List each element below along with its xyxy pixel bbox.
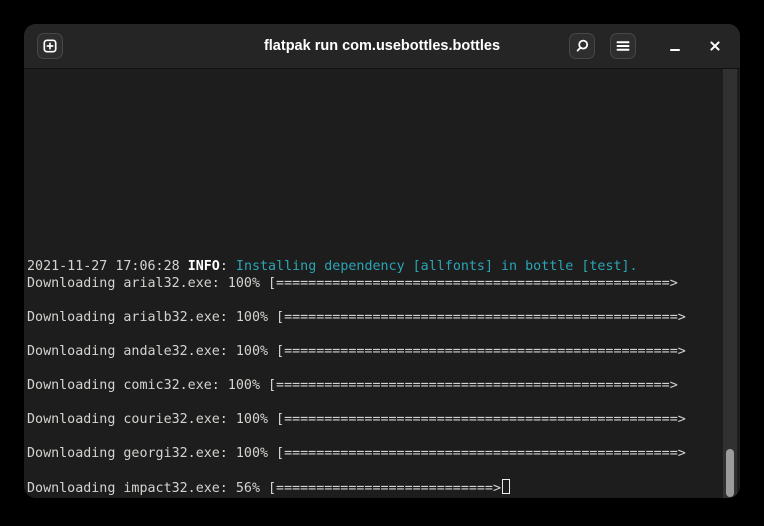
download-progress-line: Downloading arial32.exe: 100% [=========…: [27, 276, 678, 291]
log-timestamp: 2021-11-27 17:06:28: [27, 259, 188, 274]
minimize-button[interactable]: [662, 33, 688, 59]
download-progress-line: Downloading impact32.exe: 56% [=========…: [27, 481, 501, 496]
terminal-output: 2021-11-27 17:06:28 INFO: Installing dep…: [27, 258, 686, 497]
log-level: INFO: [187, 259, 220, 274]
titlebar[interactable]: flatpak run com.usebottles.bottles: [24, 24, 740, 69]
hamburger-menu-icon: [615, 38, 631, 54]
download-progress-line: Downloading courie32.exe: 100% [========…: [27, 412, 686, 427]
terminal-cursor: [501, 479, 510, 494]
close-button[interactable]: [702, 33, 728, 59]
log-message: Installing dependency [allfonts] in bott…: [235, 259, 638, 274]
download-progress-line: Downloading georgi32.exe: 100% [========…: [27, 446, 686, 461]
log-colon: :: [219, 259, 236, 274]
terminal-content[interactable]: 2021-11-27 17:06:28 INFO: Installing dep…: [24, 69, 740, 498]
new-tab-icon: [42, 38, 58, 54]
scrollbar-track[interactable]: [723, 69, 737, 498]
terminal-window: flatpak run com.usebottles.bottles 2021-…: [24, 24, 740, 498]
scrollbar-thumb[interactable]: [726, 449, 734, 497]
minimize-icon: [670, 49, 680, 51]
search-button[interactable]: [569, 33, 595, 59]
download-progress-line: Downloading andale32.exe: 100% [========…: [27, 344, 686, 359]
download-progress-line: Downloading arialb32.exe: 100% [========…: [27, 310, 686, 325]
desktop-background: flatpak run com.usebottles.bottles 2021-…: [0, 0, 764, 526]
new-tab-button[interactable]: [37, 33, 63, 59]
download-progress-line: Downloading comic32.exe: 100% [=========…: [27, 378, 678, 393]
close-icon: [707, 38, 723, 54]
main-menu-button[interactable]: [610, 33, 636, 59]
search-icon: [574, 38, 590, 54]
